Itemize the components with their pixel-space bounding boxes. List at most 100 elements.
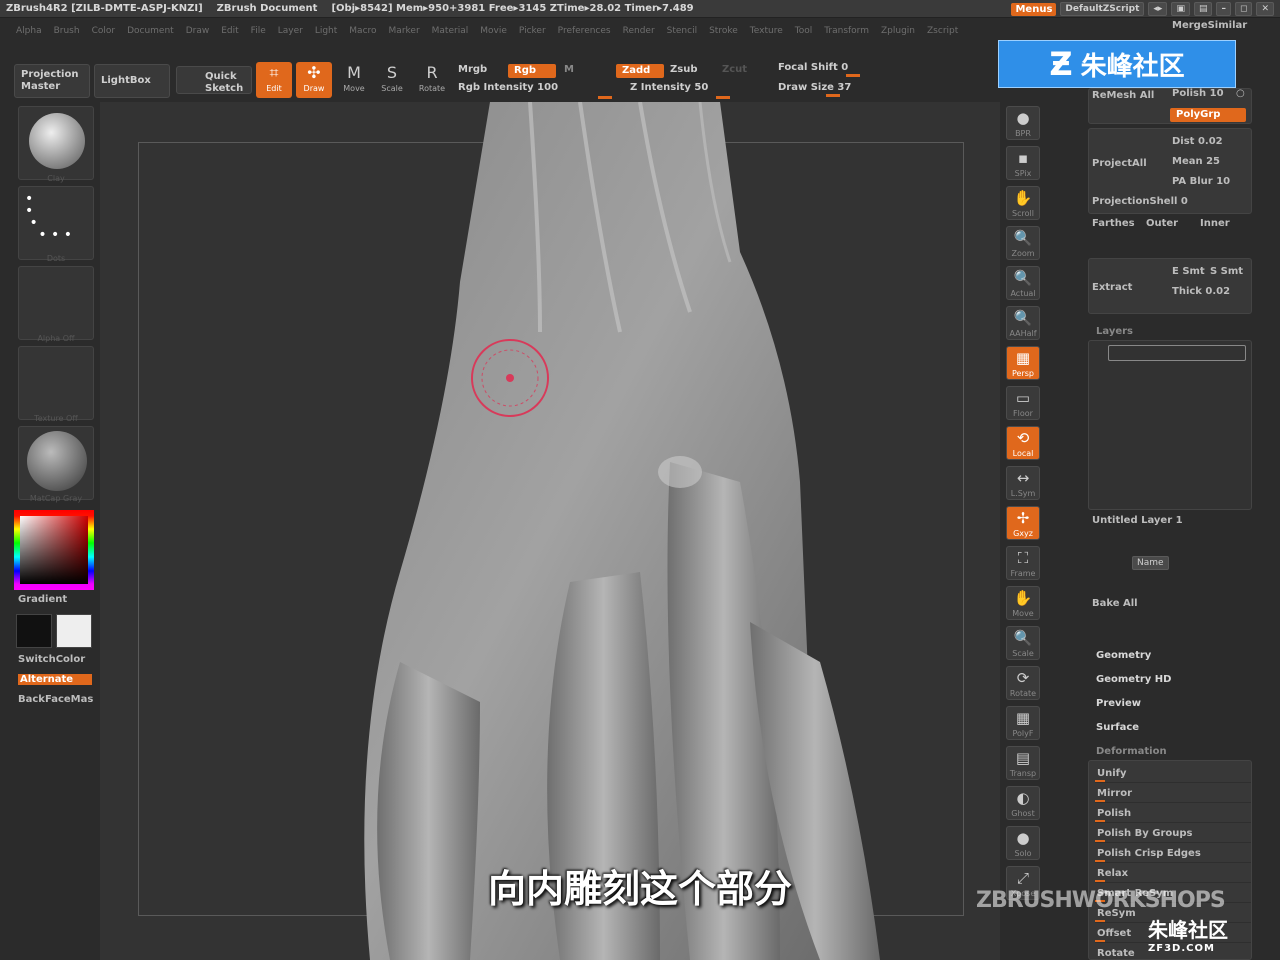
project-all-button[interactable]: ProjectAll xyxy=(1092,158,1147,169)
shelf-actual-button[interactable]: 🔍 Actual xyxy=(1006,266,1040,300)
menu-color[interactable]: Color xyxy=(92,26,116,36)
draw-size-slider[interactable]: Draw Size 37 xyxy=(778,82,851,93)
menu-brush[interactable]: Brush xyxy=(54,26,80,36)
shelf-floor-button[interactable]: ▭ Floor xyxy=(1006,386,1040,420)
zcut-button[interactable]: Zcut xyxy=(722,64,747,75)
shelf-spix-button[interactable]: ▪ SPix xyxy=(1006,146,1040,180)
rotate-button[interactable]: R Rotate xyxy=(414,62,450,98)
menu-file[interactable]: File xyxy=(251,26,266,36)
deform-unify-slider[interactable]: Unify xyxy=(1095,765,1251,783)
z-intensity-slider[interactable]: Z Intensity 50 xyxy=(630,82,708,93)
polish-slider[interactable]: Polish 10 xyxy=(1172,88,1224,99)
deform-mirror-slider[interactable]: Mirror xyxy=(1095,785,1251,803)
layer-name-button[interactable]: Name xyxy=(1132,556,1169,570)
secondary-color-swatch[interactable] xyxy=(56,614,92,648)
lock-icon[interactable]: ▤ xyxy=(1193,2,1213,16)
shelf-lsym-button[interactable]: ↔ L.Sym xyxy=(1006,466,1040,500)
menu-material[interactable]: Material xyxy=(432,26,469,36)
scale-button[interactable]: S Scale xyxy=(374,62,410,98)
m-button[interactable]: M xyxy=(564,64,574,75)
menu-zscript[interactable]: Zscript xyxy=(927,26,958,36)
scroll-left-icon[interactable]: ◂▸ xyxy=(1148,2,1168,16)
menu-texture[interactable]: Texture xyxy=(750,26,783,36)
layer-slot[interactable] xyxy=(1108,345,1246,361)
thick-slider[interactable]: Thick 0.02 xyxy=(1172,286,1230,297)
menu-zplugin[interactable]: Zplugin xyxy=(881,26,915,36)
shelf-transp-button[interactable]: ▤ Transp xyxy=(1006,746,1040,780)
surface-section[interactable]: Surface xyxy=(1096,722,1139,733)
shelf-frame-button[interactable]: ⛶ Frame xyxy=(1006,546,1040,580)
canvas-viewport[interactable] xyxy=(100,102,1000,960)
menu-document[interactable]: Document xyxy=(127,26,174,36)
shelf-bpr-button[interactable]: ● BPR xyxy=(1006,106,1040,140)
shelf-aahalf-button[interactable]: 🔍 AAHalf xyxy=(1006,306,1040,340)
color-picker[interactable] xyxy=(14,510,94,590)
deform-polish-slider[interactable]: Polish xyxy=(1095,805,1251,823)
menu-alpha[interactable]: Alpha xyxy=(16,26,42,36)
shelf-solo-button[interactable]: ● Solo xyxy=(1006,826,1040,860)
inner-button[interactable]: Inner xyxy=(1200,218,1230,229)
menu-edit[interactable]: Edit xyxy=(221,26,238,36)
menu-stroke[interactable]: Stroke xyxy=(709,26,738,36)
shelf-move-button[interactable]: ✋ Move xyxy=(1006,586,1040,620)
extract-button[interactable]: Extract xyxy=(1092,282,1132,293)
menu-layer[interactable]: Layer xyxy=(278,26,303,36)
lightbox-button[interactable]: LightBox xyxy=(94,64,170,98)
s-smt-slider[interactable]: S Smt xyxy=(1210,266,1243,277)
focal-shift-slider[interactable]: Focal Shift 0 xyxy=(778,62,848,73)
layout-icon[interactable]: ▣ xyxy=(1171,2,1190,16)
rgb-button[interactable]: Rgb xyxy=(508,64,556,78)
rgb-intensity-slider[interactable]: Rgb Intensity 100 xyxy=(458,82,558,93)
shelf-polyf-button[interactable]: ▦ PolyF xyxy=(1006,706,1040,740)
stroke-selector[interactable]: • • • • • • xyxy=(18,186,94,260)
material-selector[interactable] xyxy=(18,426,94,500)
shelf-persp-button[interactable]: ▦ Persp xyxy=(1006,346,1040,380)
remesh-all-button[interactable]: ReMesh All xyxy=(1092,90,1154,101)
shelf-local-button[interactable]: ⟲ Local xyxy=(1006,426,1040,460)
geometry-section[interactable]: Geometry xyxy=(1096,650,1151,661)
deformation-section[interactable]: Deformation xyxy=(1096,746,1167,757)
menu-draw[interactable]: Draw xyxy=(186,26,210,36)
bake-all-button[interactable]: Bake All xyxy=(1092,598,1138,609)
minimize-icon[interactable]: – xyxy=(1216,2,1231,16)
shelf-scale-button[interactable]: 🔍 Scale xyxy=(1006,626,1040,660)
e-smt-slider[interactable]: E Smt xyxy=(1172,266,1205,277)
alpha-selector[interactable] xyxy=(18,266,94,340)
main-color-swatch[interactable] xyxy=(16,614,52,648)
projection-shell-slider[interactable]: ProjectionShell 0 xyxy=(1092,196,1188,207)
projection-master-button[interactable]: Projection Master xyxy=(14,64,90,98)
alternate-button[interactable]: Alternate xyxy=(18,674,92,685)
menu-light[interactable]: Light xyxy=(315,26,337,36)
menu-movie[interactable]: Movie xyxy=(480,26,507,36)
brush-selector[interactable] xyxy=(18,106,94,180)
zsub-button[interactable]: Zsub xyxy=(670,64,697,75)
pa-blur-slider[interactable]: PA Blur 10 xyxy=(1172,176,1230,187)
quick-sketch-button[interactable]: Quick Sketch xyxy=(176,66,252,94)
edit-button[interactable]: ⌗ Edit xyxy=(256,62,292,98)
menu-tool[interactable]: Tool xyxy=(795,26,812,36)
dist-slider[interactable]: Dist 0.02 xyxy=(1172,136,1223,147)
menu-preferences[interactable]: Preferences xyxy=(558,26,611,36)
draw-button[interactable]: ✣ Draw xyxy=(296,62,332,98)
menu-macro[interactable]: Macro xyxy=(349,26,376,36)
menu-stencil[interactable]: Stencil xyxy=(667,26,697,36)
menu-render[interactable]: Render xyxy=(623,26,655,36)
layers-list[interactable] xyxy=(1088,340,1252,510)
texture-selector[interactable] xyxy=(18,346,94,420)
move-button[interactable]: M Move xyxy=(336,62,372,98)
farthest-button[interactable]: Farthes xyxy=(1092,218,1135,229)
backface-mask-button[interactable]: BackFaceMas xyxy=(18,694,93,705)
shelf-gxyz-button[interactable]: ✢ Gxyz xyxy=(1006,506,1040,540)
switch-color-button[interactable]: SwitchColor xyxy=(18,654,85,665)
menu-marker[interactable]: Marker xyxy=(389,26,420,36)
gradient-button[interactable]: Gradient xyxy=(18,594,67,605)
shelf-zoom-button[interactable]: 🔍 Zoom xyxy=(1006,226,1040,260)
shelf-ghost-button[interactable]: ◐ Ghost xyxy=(1006,786,1040,820)
shelf-scroll-button[interactable]: ✋ Scroll xyxy=(1006,186,1040,220)
merge-similar-button[interactable]: MergeSimilar xyxy=(1172,20,1247,31)
deform-polish-by-groups-slider[interactable]: Polish By Groups xyxy=(1095,825,1251,843)
menu-transform[interactable]: Transform xyxy=(824,26,869,36)
mrgb-button[interactable]: Mrgb xyxy=(458,64,487,75)
restore-icon[interactable]: ◻ xyxy=(1234,2,1253,16)
default-zscript-button[interactable]: DefaultZScript xyxy=(1060,2,1145,16)
